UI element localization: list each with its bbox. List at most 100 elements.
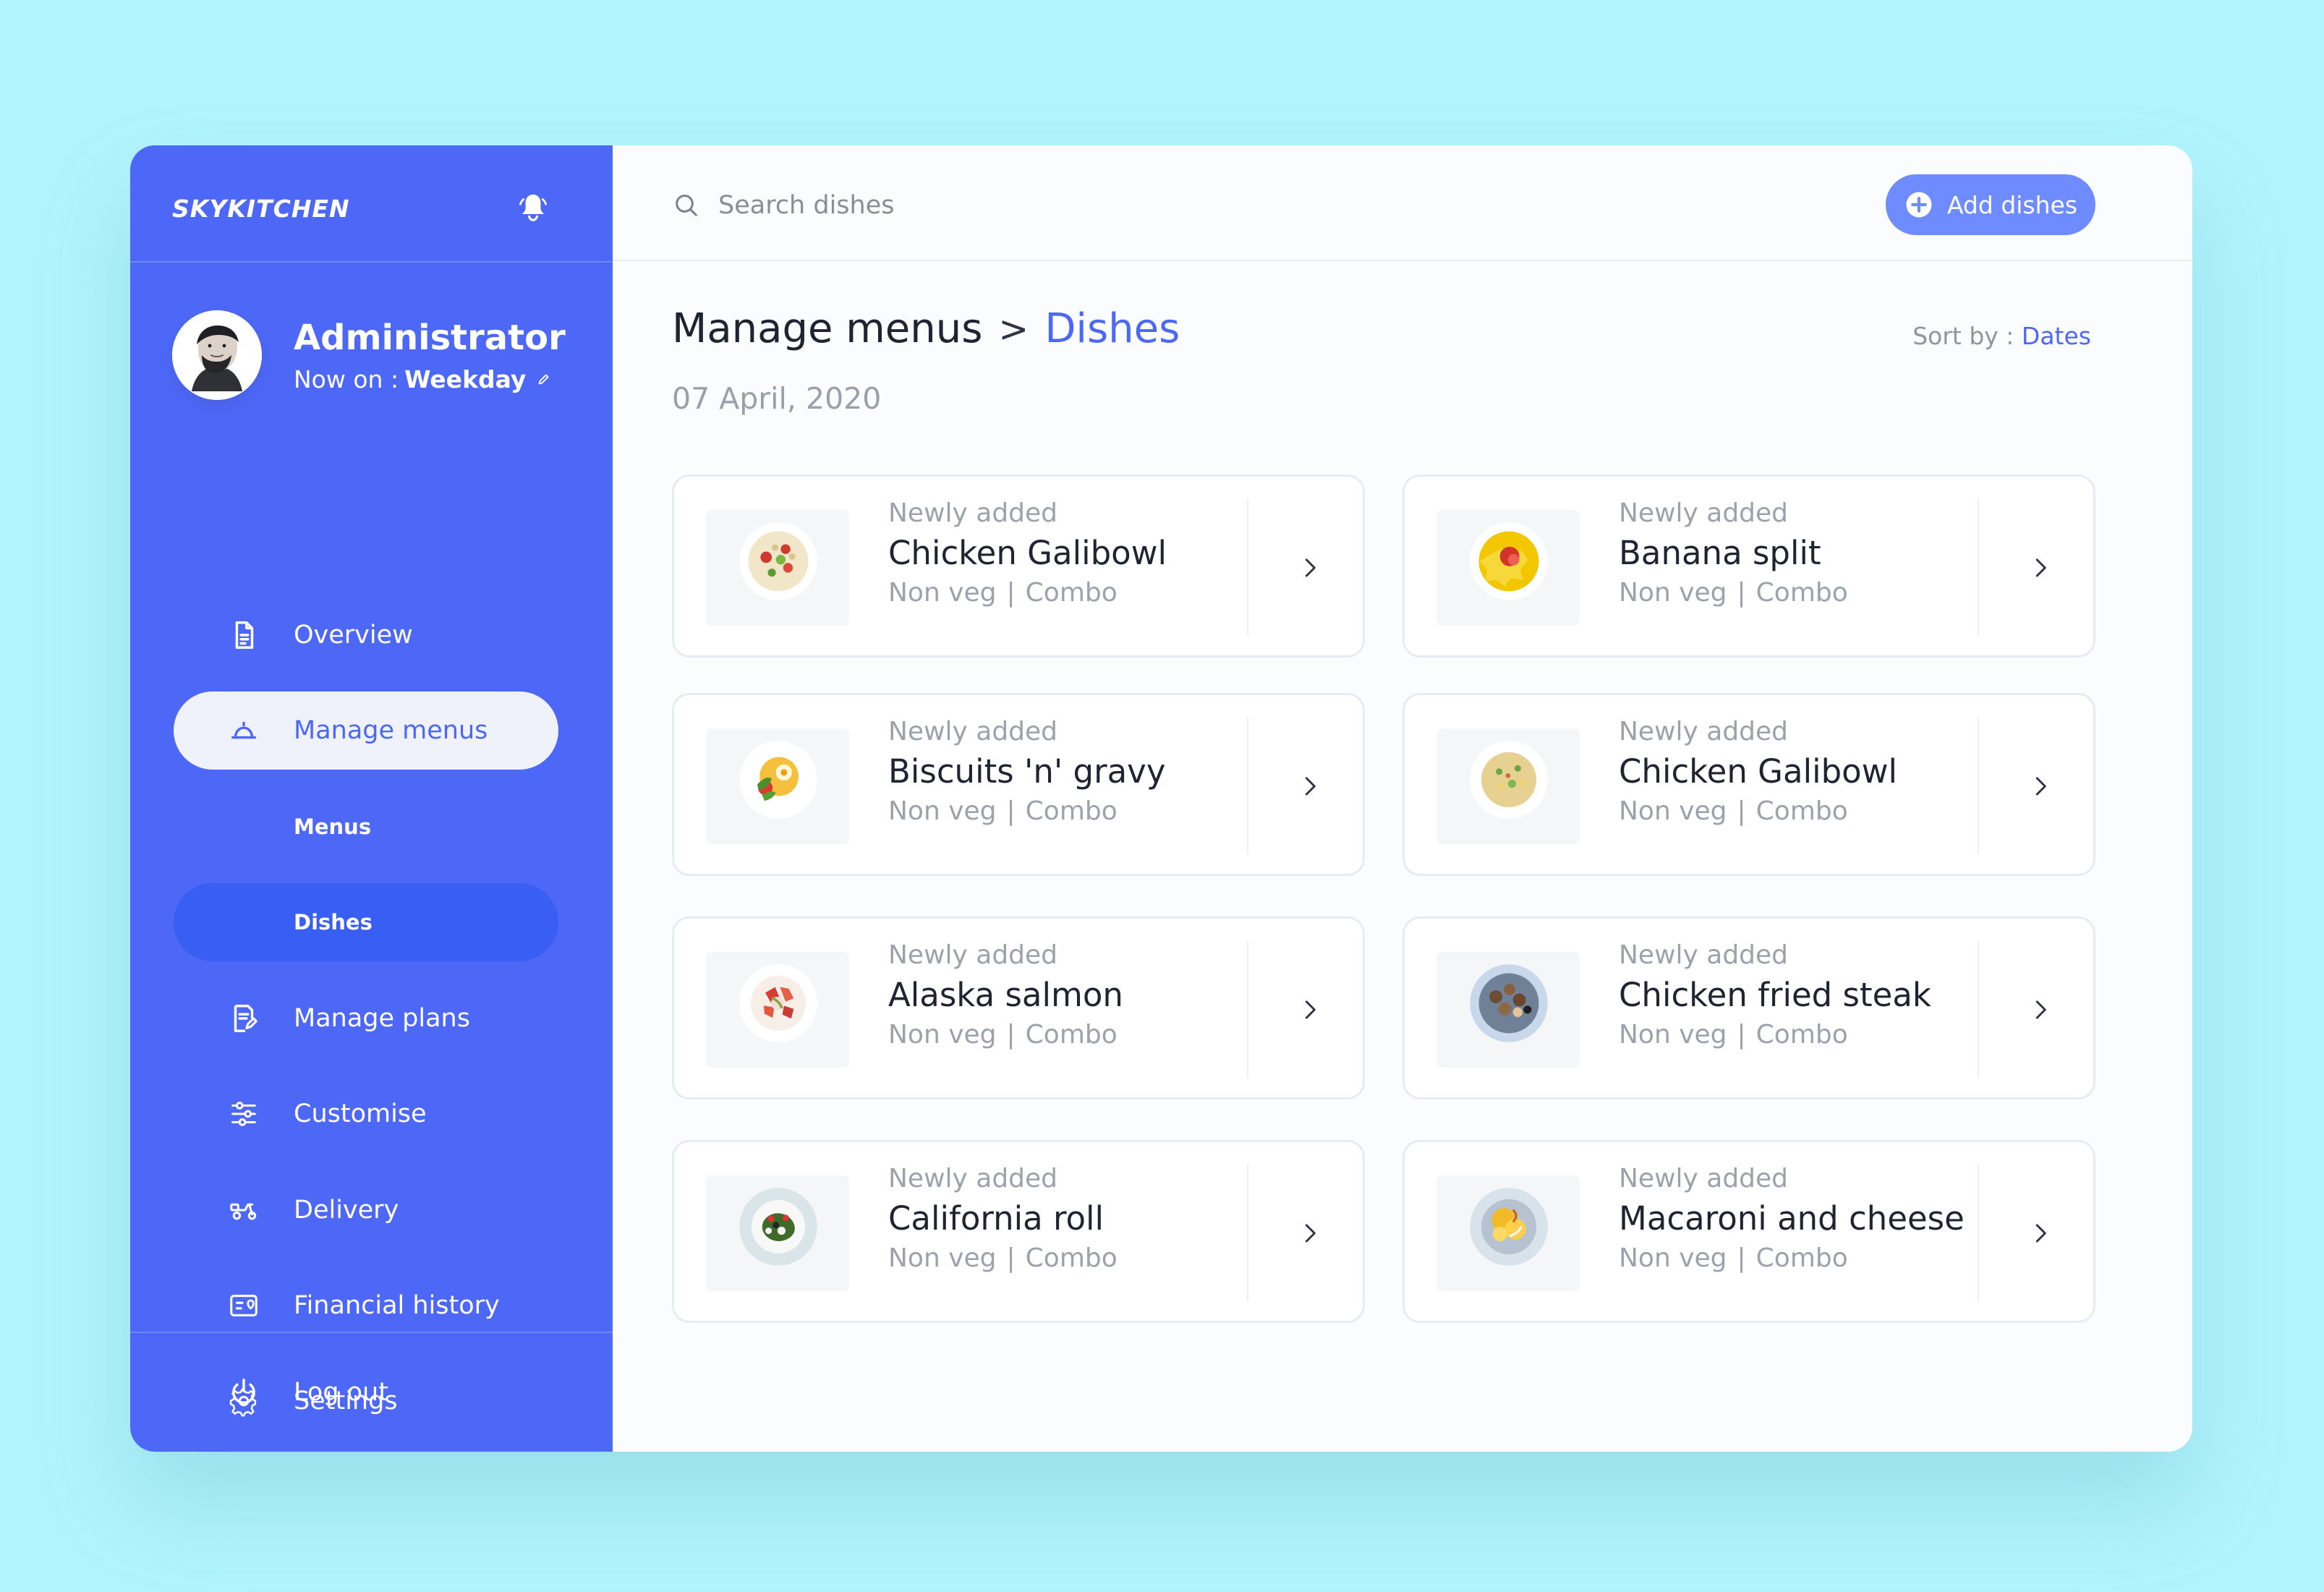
dish-meta: Non veg | Combo (1619, 1020, 1966, 1050)
dish-name: Chicken Galibowl (1619, 752, 1898, 791)
document-icon (235, 621, 254, 649)
breakfast-plate-image (739, 741, 817, 819)
sidebar-item-manage-menus[interactable]: Manage menus (174, 691, 558, 770)
dish-card[interactable]: Newly added Chicken Galibowl Non veg | C… (672, 474, 1365, 657)
add-dishes-label: Add dishes (1946, 190, 2078, 219)
logout-button[interactable]: Log out (174, 1353, 558, 1431)
dish-category: Combo (1755, 1243, 1848, 1273)
chevron-right-icon[interactable] (1296, 996, 1324, 1023)
card-divider (1978, 1164, 1979, 1301)
card-divider (1247, 940, 1248, 1078)
dish-category: Combo (1755, 796, 1848, 826)
dish-tag: Newly added (1619, 940, 1789, 970)
card-divider (1247, 498, 1248, 636)
dish-name: Banana split (1619, 534, 1821, 572)
scooter-icon (230, 1203, 257, 1220)
breadcrumb-separator: > (998, 308, 1029, 350)
dish-meta: Non veg | Combo (1619, 578, 1966, 608)
power-icon (232, 1379, 255, 1404)
dish-category: Combo (1755, 578, 1848, 608)
dish-type: Non veg (1619, 578, 1727, 608)
breadcrumb-parent[interactable]: Manage menus (672, 309, 982, 349)
dish-tag: Newly added (888, 717, 1058, 746)
dish-name: Chicken Galibowl (888, 534, 1167, 572)
sidebar-item-label: Delivery (294, 1196, 399, 1225)
meta-separator: | (1006, 578, 1016, 608)
sidebar-item-label: Manage menus (294, 716, 488, 745)
sidebar-item-delivery[interactable]: Delivery (174, 1171, 558, 1249)
card-divider (1247, 1164, 1248, 1301)
chevron-right-icon[interactable] (2027, 996, 2054, 1023)
dish-card[interactable]: Newly added Banana split Non veg | Combo (1403, 474, 2095, 657)
meta-separator: | (1006, 796, 1016, 826)
dish-card[interactable]: Newly added Macaroni and cheese Non veg … (1403, 1140, 2095, 1323)
sidebar-item-overview[interactable]: Overview (174, 596, 558, 674)
dish-card[interactable]: Newly added Alaska salmon Non veg | Comb… (672, 916, 1365, 1099)
sidebar-item-label: Manage plans (294, 1004, 470, 1033)
sidebar-item-label: Overview (294, 621, 413, 650)
logout-label: Log out (294, 1378, 388, 1407)
subnav-item-menus[interactable]: Menus (174, 788, 558, 866)
fries-image (1470, 522, 1548, 600)
dish-type: Non veg (888, 796, 997, 826)
dish-info: Newly added Chicken Galibowl Non veg | C… (1619, 717, 1966, 854)
sort-control[interactable]: Sort by : Dates (1912, 322, 2091, 350)
dish-tag: Newly added (1619, 717, 1789, 746)
sidebar-item-manage-plans[interactable]: Manage plans (174, 979, 558, 1057)
dish-tag: Newly added (888, 1164, 1058, 1193)
page-date: 07 April, 2020 (672, 381, 882, 416)
dish-card[interactable]: Newly added California roll Non veg | Co… (672, 1140, 1365, 1323)
sort-value[interactable]: Dates (2022, 322, 2091, 350)
breadcrumb-current: Dishes (1044, 305, 1180, 352)
salmon-plate-image (739, 964, 817, 1042)
plan-edit-icon (234, 1005, 257, 1032)
add-dishes-button[interactable]: Add dishes (1886, 174, 2095, 235)
subnav-item-dishes[interactable]: Dishes (174, 883, 558, 961)
search-bar[interactable] (672, 189, 1077, 222)
dish-info: Newly added Chicken Galibowl Non veg | C… (888, 498, 1235, 636)
search-input[interactable] (717, 190, 1052, 221)
chevron-right-icon[interactable] (2027, 772, 2054, 800)
dish-meta: Non veg | Combo (888, 578, 1235, 608)
chevron-right-icon[interactable] (2027, 1219, 2054, 1247)
card-divider (1247, 717, 1248, 854)
dish-name: Macaroni and cheese (1619, 1199, 1965, 1238)
dish-type: Non veg (888, 1243, 997, 1273)
pasta-salad-image (739, 522, 817, 600)
dish-tag: Newly added (1619, 498, 1789, 528)
chevron-right-icon[interactable] (2027, 554, 2054, 582)
sidebar-footer: Log out (130, 1332, 613, 1452)
subnav-item-label: Dishes (294, 910, 373, 935)
mac-cheese-image (1470, 1188, 1548, 1266)
dish-type: Non veg (1619, 796, 1727, 826)
dish-thumbnail (1436, 952, 1580, 1068)
card-divider (1978, 940, 1979, 1078)
dish-card[interactable]: Newly added Biscuits 'n' gravy Non veg |… (672, 693, 1365, 876)
app-window: SKYKITCHEN Administrator Now on: Weekda… (130, 145, 2192, 1452)
sidebar: SKYKITCHEN Administrator Now on: Weekda… (130, 145, 613, 1452)
finance-icon (230, 1295, 257, 1316)
meta-separator: | (1737, 1243, 1746, 1273)
sliders-icon (231, 1102, 256, 1126)
chevron-right-icon[interactable] (1296, 554, 1324, 582)
sidebar-nav: Overview Manage menus Menus Dishes Manag… (130, 145, 613, 1452)
dish-type: Non veg (1619, 1020, 1727, 1050)
breadcrumb: Manage menus > Dishes (672, 309, 2046, 349)
chevron-right-icon[interactable] (1296, 772, 1324, 800)
dish-card[interactable]: Newly added Chicken fried steak Non veg … (1403, 916, 2095, 1099)
dish-category: Combo (1755, 1020, 1848, 1050)
meta-separator: | (1006, 1020, 1016, 1050)
dish-thumbnail (1436, 510, 1580, 626)
meta-separator: | (1006, 1243, 1016, 1273)
dish-meta: Non veg | Combo (888, 1243, 1235, 1273)
sort-label: Sort by : (1912, 322, 2014, 350)
dish-meta: Non veg | Combo (888, 796, 1235, 826)
topbar: Add dishes (613, 145, 2192, 261)
page-background: SKYKITCHEN Administrator Now on: Weekda… (0, 0, 2324, 1592)
subnav-item-label: Menus (294, 814, 372, 839)
dish-card[interactable]: Newly added Chicken Galibowl Non veg | C… (1403, 693, 2095, 876)
sidebar-item-customise[interactable]: Customise (174, 1075, 558, 1153)
dish-category: Combo (1025, 578, 1118, 608)
chevron-right-icon[interactable] (1296, 1219, 1324, 1247)
dish-name: California roll (888, 1199, 1104, 1238)
